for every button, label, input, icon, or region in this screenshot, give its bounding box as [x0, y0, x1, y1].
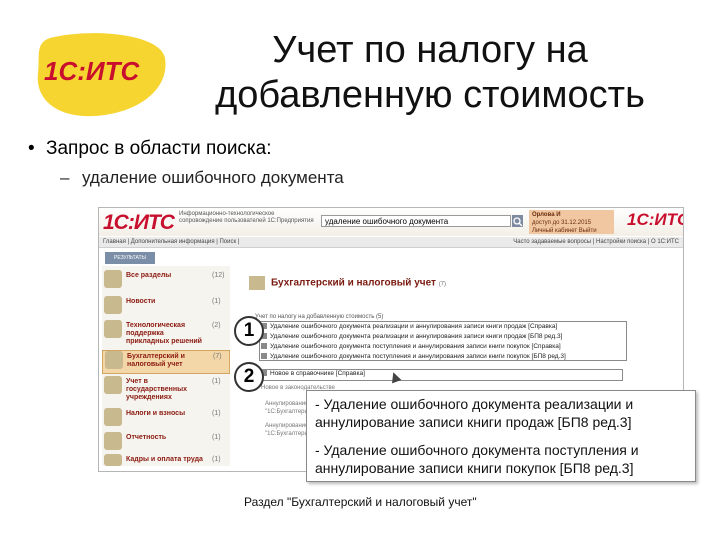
sidebar-item-gov-accounting[interactable]: Учет в государственных учреждениях (1) — [102, 376, 230, 406]
sidebar-item-all[interactable]: Все разделы (12) — [102, 270, 230, 292]
sidebar-item-count: (1) — [212, 434, 221, 441]
result-link[interactable]: Удаление ошибочного документа поступлени… — [270, 353, 566, 360]
sidebar-item-label: Бухгалтерский и налоговый учет — [127, 353, 185, 368]
report-icon — [104, 432, 122, 450]
result-item[interactable]: Новое в справочнике [Справка] — [261, 369, 365, 379]
document-icon — [261, 353, 267, 360]
sidebar-item-count: (1) — [212, 298, 221, 305]
coins-icon — [104, 408, 122, 426]
bullet-dash-icon: – — [60, 168, 70, 187]
book-icon — [249, 276, 265, 290]
category-sidebar: Все разделы (12) Новости (1) Технологиче… — [102, 266, 230, 466]
result-item[interactable]: Удаление ошибочного документа реализации… — [261, 332, 562, 342]
section-heading[interactable]: Бухгалтерский и налоговый учет (7) — [249, 276, 446, 290]
faint-line[interactable]: Аннулирование — [265, 422, 308, 430]
result-item[interactable]: Удаление ошибочного документа поступлени… — [261, 342, 561, 352]
app-logo[interactable]: 1С:ИТС — [103, 211, 175, 235]
sidebar-item-taxes[interactable]: Налоги и взносы (1) — [102, 408, 230, 428]
app-tagline: Информационно-технологическое сопровожде… — [179, 211, 314, 224]
nav-bar: Главная | Дополнительная информация | По… — [99, 237, 683, 248]
logo-text: 1С:ИТС — [44, 56, 140, 86]
subsection-heading[interactable]: Учет по налогу на добавленную стоимость … — [255, 314, 383, 320]
result-link[interactable]: Удаление ошибочного документа реализации… — [270, 333, 562, 340]
magnifier-icon — [104, 270, 122, 288]
result-link[interactable]: Удаление ошибочного документа реализации… — [270, 323, 557, 330]
sidebar-item-count: (1) — [212, 410, 221, 417]
sidebar-item-count: (12) — [212, 272, 225, 279]
sidebar-item-label: Технологическая поддержка прикладных реш… — [126, 322, 202, 345]
document-icon — [261, 343, 267, 350]
people-icon — [104, 454, 122, 466]
building-icon — [104, 376, 122, 394]
faint-line[interactable]: Аннулирование — [265, 400, 308, 408]
callout-line-2: - Удаление ошибочного документа поступле… — [315, 442, 639, 476]
marker-1: 1 — [234, 316, 264, 346]
result-link[interactable]: Новое в справочнике [Справка] — [270, 370, 365, 377]
callout-box: - Удаление ошибочного документа реализац… — [306, 390, 696, 482]
book-icon — [105, 351, 123, 369]
nav-links-left[interactable]: Главная | Дополнительная информация | По… — [103, 237, 239, 247]
bullet-main: • Запрос в области поиска: — [28, 138, 272, 160]
sidebar-item-tech-support[interactable]: Технологическая поддержка прикладных реш… — [102, 320, 230, 348]
section-heading-text: Бухгалтерский и налоговый учет — [271, 277, 436, 289]
app-logo-small: 1С:ИТС — [627, 210, 684, 229]
result-item[interactable]: Удаление ошибочного документа реализации… — [261, 322, 557, 332]
slide-title: Учет по налогу на добавленную стоимость — [150, 28, 710, 118]
user-name: Орлова И — [532, 212, 561, 218]
user-panel: Орлова И доступ до 31.12.2015 Личный каб… — [529, 210, 614, 234]
tab-search-results[interactable]: РЕЗУЛЬТАТЫ ПОИСКА — [105, 252, 155, 273]
bullet-main-text: Запрос в области поиска: — [46, 138, 272, 159]
slide-title-line-2: добавленную стоимость — [215, 74, 645, 116]
sidebar-item-count: (1) — [212, 378, 221, 385]
bullet-dot-icon: • — [28, 138, 35, 159]
sidebar-item-accounting[interactable]: Бухгалтерский и налоговый учет (7) — [102, 350, 230, 374]
bullet-sub-text: удаление ошибочного документа — [82, 168, 344, 187]
callout-line-1: - Удаление ошибочного документа реализац… — [315, 396, 634, 430]
user-access: доступ до 31.12.2015 — [532, 220, 592, 226]
section-heading-count: (7) — [438, 281, 447, 288]
sidebar-item-count: (7) — [213, 353, 222, 360]
sidebar-item-label: Все разделы — [126, 272, 172, 279]
search-input[interactable]: удаление ошибочного документа — [321, 215, 511, 227]
search-icon — [513, 217, 523, 227]
nav-links-right[interactable]: Часто задаваемые вопросы | Настройки пои… — [513, 237, 679, 247]
search-button[interactable] — [512, 215, 523, 227]
itc-logo: 1С:ИТС — [30, 28, 170, 118]
marker-2: 2 — [234, 362, 264, 392]
result-item[interactable]: Удаление ошибочного документа поступлени… — [261, 352, 566, 362]
sidebar-item-count: (2) — [212, 322, 221, 329]
sidebar-item-reporting[interactable]: Отчетность (1) — [102, 432, 230, 452]
news-icon — [104, 296, 122, 314]
tools-icon — [104, 320, 122, 338]
user-links[interactable]: Личный кабинет Выйти — [532, 227, 611, 235]
sidebar-item-label: Кадры и оплата труда — [126, 456, 203, 463]
bullet-sub: – удаление ошибочного документа — [60, 168, 344, 188]
sidebar-item-label: Учет в государственных учреждениях — [126, 378, 187, 401]
sidebar-item-hr[interactable]: Кадры и оплата труда (1) — [102, 454, 230, 466]
sidebar-item-count: (1) — [212, 456, 221, 463]
sidebar-item-news[interactable]: Новости (1) — [102, 296, 230, 318]
caption: Раздел "Бухгалтерский и налоговый учет" — [244, 495, 477, 509]
result-link[interactable]: Удаление ошибочного документа поступлени… — [270, 343, 561, 350]
slide-title-line-1: Учет по налогу на — [272, 29, 588, 71]
sidebar-item-label: Отчетность — [126, 434, 167, 441]
sidebar-item-label: Новости — [126, 298, 156, 305]
sidebar-item-label: Налоги и взносы — [126, 410, 186, 417]
